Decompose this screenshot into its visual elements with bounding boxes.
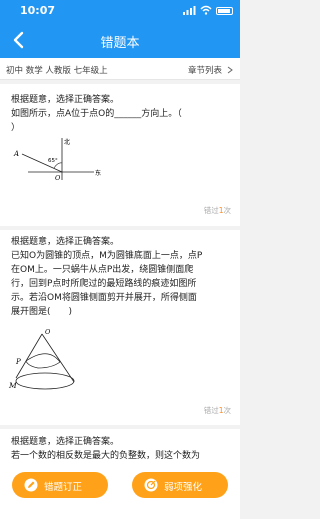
error-count: 错过1次 <box>204 405 231 416</box>
chapter-list-button[interactable]: 章节列表 <box>188 64 222 76</box>
error-count-prefix: 错过 <box>203 206 219 215</box>
question-line: 展开图是( ) <box>11 307 73 317</box>
wifi-icon <box>200 5 212 15</box>
error-count-suffix: 次 <box>223 406 232 415</box>
angle-label: 65° <box>48 158 58 164</box>
question-line: ） <box>11 123 21 133</box>
error-count-prefix: 错过 <box>203 406 219 415</box>
chevron-right-icon[interactable] <box>226 66 234 74</box>
point-a-label: A <box>13 150 19 158</box>
status-bar: 10:07 <box>0 0 240 22</box>
reinforce-weak-label: 弱项强化 <box>164 482 203 493</box>
question-text-1: 根据题意，选择正确答案。 如图所示，点A位于点O的______方向上。（ ） <box>11 93 235 135</box>
east-label: 东 <box>95 169 101 177</box>
question-text-3: 根据题意，选择正确答案。 若一个数的相反数是最大的负整数，则这个数为 <box>11 435 235 463</box>
battery-icon <box>216 7 233 15</box>
correct-errors-button[interactable]: 错题订正 <box>12 472 108 498</box>
point-o-label: O <box>55 174 61 182</box>
cone-figure: O P M <box>8 328 75 390</box>
question-line: 如图所示，点A位于点O的______方向上。（ <box>11 109 182 119</box>
point-p-label: P <box>15 358 21 366</box>
page-title: 错题本 <box>100 36 140 51</box>
question-card-1[interactable]: 根据题意，选择正确答案。 如图所示，点A位于点O的______方向上。（ ） 北… <box>0 84 240 226</box>
status-time: 10:07 <box>20 4 56 17</box>
question-line: 示。若沿OM将圆锥侧面剪开并展开，所得侧面 <box>11 293 197 303</box>
question-line: 若一个数的相反数是最大的负整数，则这个数为 <box>11 451 201 461</box>
question-line: 根据题意，选择正确答案。 <box>11 237 120 247</box>
question-card-2[interactable]: 根据题意，选择正确答案。 已知O为圆锥的顶点，M为圆锥底面上一点，点P 在OM上… <box>0 230 240 425</box>
reinforce-weak-button[interactable]: 弱项强化 <box>132 472 228 498</box>
error-count-suffix: 次 <box>223 206 232 215</box>
north-label: 北 <box>64 138 70 146</box>
question-text-2: 根据题意，选择正确答案。 已知O为圆锥的顶点，M为圆锥底面上一点，点P 在OM上… <box>11 235 235 319</box>
point-m-label: M <box>8 381 17 390</box>
question-line: 根据题意，选择正确答案。 <box>11 437 120 447</box>
subject-filter-label[interactable]: 初中 数学 人教版 七年级上 <box>6 64 108 76</box>
point-o-label: O <box>45 328 51 336</box>
compass-figure: 北 东 65° A O <box>13 138 101 182</box>
question-line: 已知O为圆锥的顶点，M为圆锥底面上一点，点P <box>11 251 203 261</box>
correct-errors-label: 错题订正 <box>44 482 83 493</box>
target-icon <box>144 478 158 492</box>
nav-bar: 错题本 <box>0 22 240 58</box>
error-count: 错过1次 <box>204 205 231 216</box>
edit-icon <box>24 478 38 492</box>
signal-icon <box>183 6 196 15</box>
filter-bar: 初中 数学 人教版 七年级上 章节列表 <box>0 58 240 80</box>
question-line: 在OM上。一只蜗牛从点P出发，绕圆锥侧面爬 <box>11 265 194 275</box>
question-line: 行，回到P点时所爬过的最短路线的痕迹如图所 <box>11 279 197 289</box>
question-line: 根据题意，选择正确答案。 <box>11 95 120 105</box>
